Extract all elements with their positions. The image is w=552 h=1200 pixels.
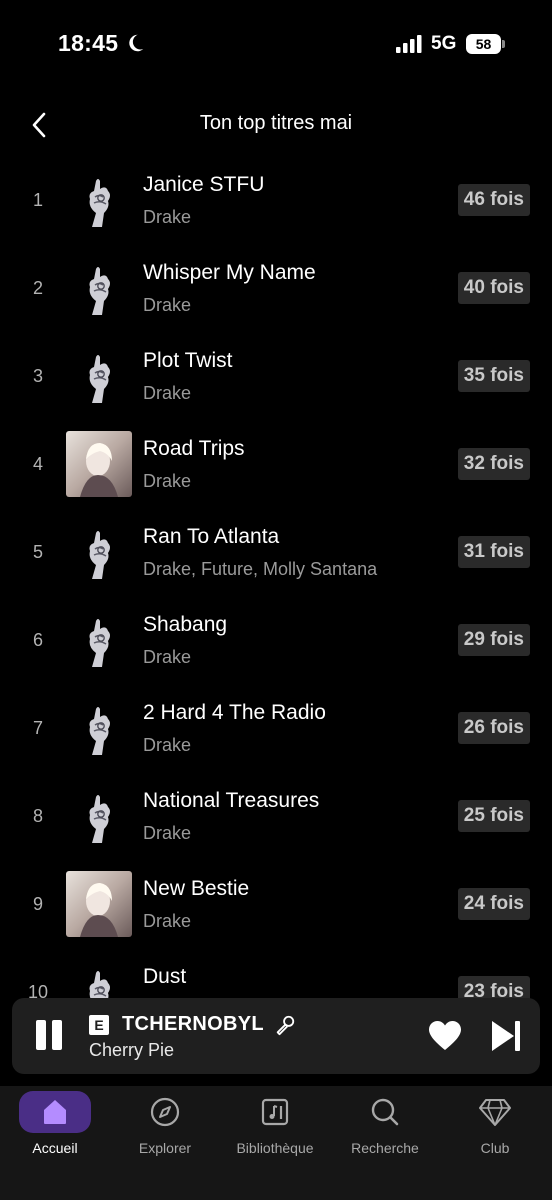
track-rank: 4 <box>32 454 43 474</box>
track-row[interactable]: 9 New Bestie Drake 24 fois <box>0 860 552 948</box>
track-title: Janice STFU <box>143 173 265 196</box>
album-art <box>66 343 132 409</box>
track-rank: 5 <box>32 542 43 562</box>
play-count-badge: 26 fois <box>457 712 530 744</box>
track-row[interactable]: 5 Ran To Atlanta Drake, Future, Molly Sa… <box>0 508 552 596</box>
track-row[interactable]: 2 Whisper My Name Drake 40 fois <box>0 244 552 332</box>
battery-icon: 58 <box>466 34 506 54</box>
search-icon <box>371 1098 399 1126</box>
tab-label: Club <box>480 1140 510 1156</box>
album-art <box>66 431 132 497</box>
play-count-badge: 24 fois <box>457 888 530 920</box>
tab-club[interactable]: Club <box>440 1086 550 1176</box>
tab-accueil[interactable]: Accueil <box>0 1086 110 1176</box>
battery-level: 58 <box>466 34 501 54</box>
track-artist: Drake <box>143 911 192 931</box>
explicit-badge: E <box>89 1015 109 1035</box>
home-icon <box>44 1100 66 1124</box>
track-artist: Drake <box>143 471 192 491</box>
tab-label: Recherche <box>351 1140 419 1156</box>
track-rank: 1 <box>32 190 43 210</box>
album-art <box>66 167 132 233</box>
tab-label: Accueil <box>32 1140 78 1156</box>
track-artist: Drake <box>143 735 192 755</box>
track-title: Plot Twist <box>143 349 233 372</box>
track-title: Ran To Atlanta <box>143 525 280 548</box>
tab-bibliotheque[interactable]: Bibliothèque <box>220 1086 330 1176</box>
microphone-icon[interactable] <box>274 1014 296 1036</box>
track-rank: 9 <box>32 894 43 914</box>
tab-bar: Accueil Explorer Bibliothèque Recherche … <box>0 1086 552 1200</box>
play-count-badge: 40 fois <box>457 272 530 304</box>
signal-icon <box>396 35 422 53</box>
compass-icon <box>150 1097 180 1127</box>
diamond-icon <box>479 1099 511 1126</box>
track-title: National Treasures <box>143 789 320 812</box>
album-art <box>66 871 132 937</box>
now-playing-title: TCHERNOBYL <box>122 1013 264 1035</box>
track-row[interactable]: 6 Shabang Drake 29 fois <box>0 596 552 684</box>
track-row[interactable]: 7 2 Hard 4 The Radio Drake 26 fois <box>0 684 552 772</box>
play-count-badge: 46 fois <box>457 184 530 216</box>
pause-button[interactable] <box>36 1020 64 1050</box>
play-count-badge: 35 fois <box>457 360 530 392</box>
play-count-badge: 31 fois <box>457 536 530 568</box>
skip-next-icon[interactable] <box>490 1019 522 1053</box>
mini-player[interactable]: E TCHERNOBYL Cherry Pie <box>12 998 540 1074</box>
track-list: 1 Janice STFU Drake 46 fois 2 Whisper My… <box>0 156 552 1036</box>
track-rank: 6 <box>32 630 43 650</box>
track-row[interactable]: 8 National Treasures Drake 25 fois <box>0 772 552 860</box>
track-row[interactable]: 1 Janice STFU Drake 46 fois <box>0 156 552 244</box>
track-title: Road Trips <box>143 437 245 460</box>
track-rank: 7 <box>32 718 43 738</box>
track-artist: Drake <box>143 207 192 227</box>
track-rank: 2 <box>32 278 43 298</box>
tab-label: Bibliothèque <box>236 1140 314 1156</box>
tab-highlight <box>19 1091 91 1133</box>
tab-explorer[interactable]: Explorer <box>110 1086 220 1176</box>
album-art <box>66 255 132 321</box>
tab-recherche[interactable]: Recherche <box>330 1086 440 1176</box>
network-type: 5G <box>431 33 457 54</box>
track-row[interactable]: 3 Plot Twist Drake 35 fois <box>0 332 552 420</box>
track-rank: 8 <box>32 806 43 826</box>
track-row[interactable]: 4 Road Trips Drake 32 fois <box>0 420 552 508</box>
status-time: 18:45 <box>58 30 119 56</box>
page-header: Ton top titres mai <box>0 100 552 150</box>
album-art <box>66 519 132 585</box>
heart-icon[interactable] <box>428 1020 462 1052</box>
play-count-badge: 32 fois <box>457 448 530 480</box>
track-title: Whisper My Name <box>143 261 316 284</box>
now-playing-subtitle: Cherry Pie <box>89 1040 175 1060</box>
track-artist: Drake <box>143 647 192 667</box>
track-title: New Bestie <box>143 877 250 900</box>
track-artist: Drake <box>143 383 192 403</box>
album-art <box>66 607 132 673</box>
track-title: Shabang <box>143 613 228 636</box>
track-rank: 3 <box>32 366 43 386</box>
page-title: Ton top titres mai <box>199 112 353 134</box>
album-art <box>66 695 132 761</box>
track-title: Dust <box>143 965 187 988</box>
track-artist: Drake <box>143 295 192 315</box>
moon-icon <box>129 34 144 52</box>
library-icon <box>261 1098 289 1126</box>
album-art <box>66 783 132 849</box>
status-bar: 18:45 5G 58 <box>0 0 552 90</box>
track-artist: Drake <box>143 823 192 843</box>
track-title: 2 Hard 4 The Radio <box>143 701 326 724</box>
tab-label: Explorer <box>138 1140 192 1156</box>
play-count-badge: 25 fois <box>457 800 530 832</box>
track-artist: Drake, Future, Molly Santana <box>143 559 378 579</box>
play-count-badge: 29 fois <box>457 624 530 656</box>
